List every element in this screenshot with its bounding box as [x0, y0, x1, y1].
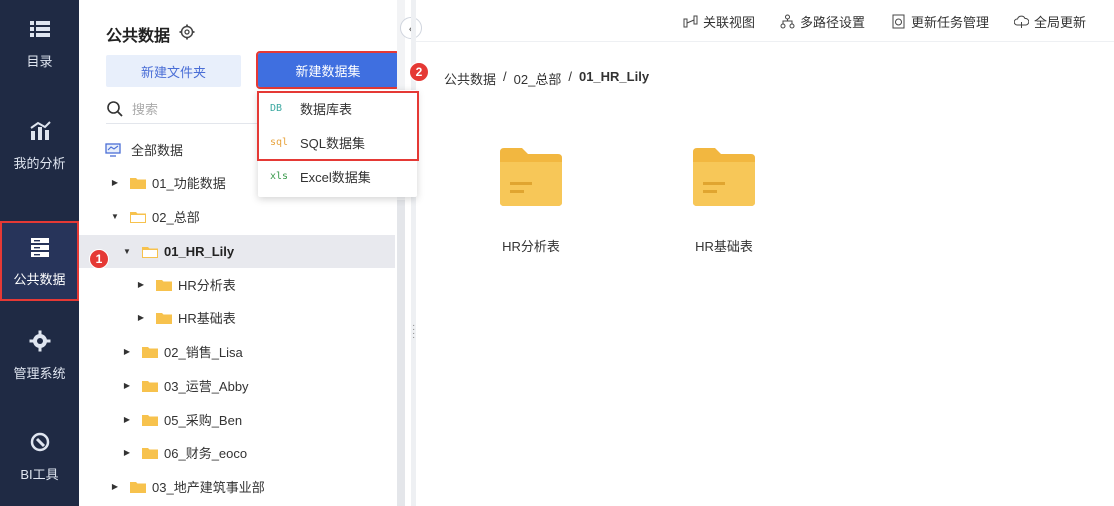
tree-node-label: 03_地产建筑事业部 [152, 480, 265, 495]
tree-node-label: 01_HR_Lily [164, 244, 235, 259]
folder-icon [130, 178, 146, 189]
tree-node[interactable]: ▶ 03_地产建筑事业部 [79, 470, 395, 503]
toolbar-item-label: 全局更新 [1034, 15, 1087, 30]
tree-node-label: 02_销售_Lisa [164, 345, 243, 360]
tree-node-label: 全部数据 [131, 143, 184, 158]
rail-item-label: 公共数据 [13, 271, 66, 287]
tree-node-label: HR分析表 [178, 278, 236, 293]
tree-node[interactable]: ▶ 03_运营_Abby [79, 369, 395, 402]
app-root: 目录 我的分析 公共数据 管理系统 BI工具 公共数据 新建文件夹 新建数据集 … [0, 0, 1114, 506]
relation-icon [683, 15, 698, 28]
tree-node[interactable]: ▼ 02_总部 [79, 200, 395, 233]
hierarchy-icon [780, 14, 795, 29]
monitor-icon [105, 142, 121, 157]
folder-open-icon [142, 247, 158, 258]
global-update-button[interactable]: 全局更新 [1014, 12, 1086, 31]
wrench-icon [30, 432, 49, 451]
rail-item-label: 我的分析 [13, 155, 66, 171]
tree-node-label: 01_功能数据 [152, 176, 226, 191]
caret-right-icon[interactable]: ▶ [136, 313, 146, 323]
drag-handle-icon[interactable]: · · · · [412, 321, 415, 343]
database-icon [30, 237, 49, 257]
menu-item-label: Excel数据集 [300, 169, 371, 185]
folder-open-icon [130, 212, 146, 223]
folder-card-label: HR基础表 [695, 239, 753, 254]
tree-node-label: 05_采购_Ben [164, 413, 243, 428]
panel-title: 公共数据 [106, 28, 171, 45]
tree-node[interactable]: ▶ HR基础表 [79, 301, 395, 334]
toolbar-item-label: 更新任务管理 [911, 15, 990, 30]
update-task-management-button[interactable]: 更新任务管理 [891, 12, 989, 31]
caret-right-icon[interactable]: ▶ [136, 280, 146, 290]
folder-icon [142, 448, 158, 459]
toolbar-item-label: 多路径设置 [800, 15, 866, 30]
tree-node-selected[interactable]: ▼ 01_HR_Lily [79, 235, 395, 268]
excel-icon: xls [270, 170, 289, 182]
tree-node[interactable]: ▶ 02_销售_Lisa [79, 335, 395, 368]
list-icon [29, 20, 50, 37]
toolbar-item-label: 关联视图 [703, 15, 756, 30]
folder-card[interactable]: HR基础表 [674, 148, 774, 278]
folder-icon [156, 280, 172, 291]
tree-node-label: HR基础表 [178, 311, 236, 326]
cloud-refresh-icon [1014, 15, 1029, 28]
caret-right-icon[interactable]: ▶ [122, 381, 132, 391]
tree-node[interactable]: ▶ 05_采购_Ben [79, 403, 395, 436]
caret-right-icon[interactable]: ▶ [122, 347, 132, 357]
folder-card[interactable]: HR分析表 [481, 148, 581, 278]
rail-item-my-analysis[interactable]: 我的分析 [0, 105, 79, 185]
caret-right-icon[interactable]: ▶ [110, 178, 120, 188]
step-badge-1: 1 [89, 249, 109, 269]
tree-node-label: 06_财务_eoco [164, 446, 248, 461]
rail-item-label: BI工具 [20, 466, 59, 482]
main-nav-rail: 目录 我的分析 公共数据 管理系统 BI工具 [0, 0, 79, 506]
tree-node[interactable]: ▶ 06_财务_eoco [79, 436, 395, 469]
rail-item-catalog[interactable]: 目录 [0, 3, 79, 83]
folder-icon [142, 415, 158, 426]
rail-item-public-data[interactable]: 公共数据 [0, 221, 79, 301]
gear-icon [29, 330, 50, 351]
rail-item-admin[interactable]: 管理系统 [0, 315, 79, 395]
breadcrumb-item[interactable]: 公共数据 [444, 69, 496, 88]
breadcrumb-separator: / [568, 69, 572, 84]
breadcrumb: 公共数据 / 02_总部 / 01_HR_Lily [444, 69, 649, 88]
breadcrumb-separator: / [503, 69, 507, 84]
multipath-settings-button[interactable]: 多路径设置 [780, 12, 865, 31]
folder-icon [142, 381, 158, 392]
breadcrumb-item[interactable]: 02_总部 [514, 69, 562, 88]
tree-scrollbar-thumb[interactable] [397, 200, 405, 506]
caret-right-icon[interactable]: ▶ [110, 482, 120, 492]
caret-right-icon[interactable]: ▶ [122, 415, 132, 425]
breadcrumb-current: 01_HR_Lily [578, 69, 650, 84]
rail-item-bi-tools[interactable]: BI工具 [0, 416, 79, 496]
main-toolbar: 关联视图 多路径设置 更新任务管理 全局更新 [416, 0, 1114, 42]
new-dataset-button[interactable]: 新建数据集 [256, 51, 400, 89]
update-task-icon [892, 14, 905, 29]
rail-item-label: 管理系统 [13, 365, 66, 381]
search-icon [107, 100, 123, 117]
annotation-highlight-box [257, 91, 419, 161]
tree-node-label: 03_运营_Abby [164, 379, 249, 394]
folder-card-label: HR分析表 [502, 239, 560, 254]
chart-icon [29, 120, 51, 140]
data-tree-panel: 公共数据 新建文件夹 新建数据集 搜索 全部数据 ▶ 01_功能数据 ▼ 02_… [79, 0, 422, 506]
folder-icon [500, 148, 562, 206]
relation-view-button[interactable]: 关联视图 [683, 12, 755, 31]
settings-icon[interactable] [179, 24, 195, 40]
folder-icon [130, 482, 146, 493]
folder-icon [156, 313, 172, 324]
caret-down-icon[interactable]: ▼ [110, 212, 120, 222]
rail-item-label: 目录 [26, 53, 53, 69]
folder-icon [142, 347, 158, 358]
tree-node-label: 02_总部 [152, 210, 200, 225]
step-badge-2: 2 [409, 62, 429, 82]
menu-item-excel-dataset[interactable]: xls Excel数据集 [258, 159, 417, 193]
new-folder-button[interactable]: 新建文件夹 [106, 55, 241, 87]
tree-node[interactable]: ▶ HR分析表 [79, 268, 395, 301]
caret-right-icon[interactable]: ▶ [122, 448, 132, 458]
folder-icon [693, 148, 755, 206]
caret-down-icon[interactable]: ▼ [122, 247, 132, 257]
search-input[interactable]: 搜索 [132, 99, 158, 118]
